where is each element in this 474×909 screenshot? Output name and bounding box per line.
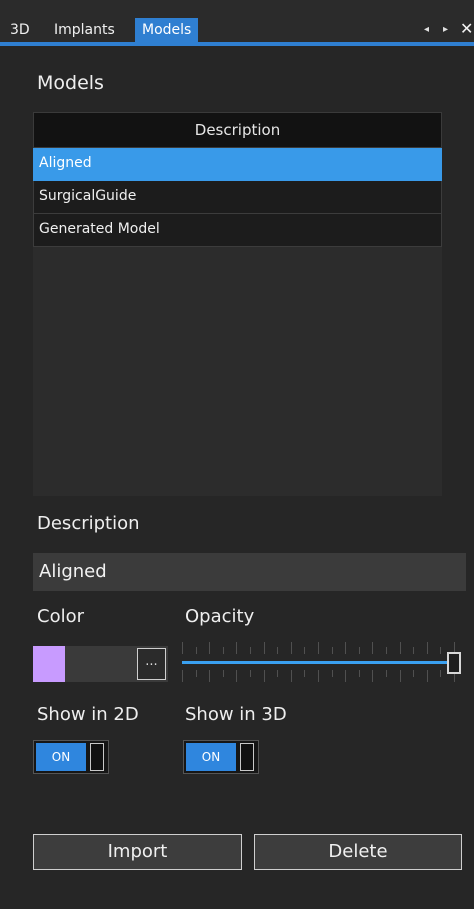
delete-button[interactable]: Delete xyxy=(254,834,462,870)
tab-scroll-left-icon[interactable]: ◂ xyxy=(424,22,429,38)
slider-tick xyxy=(345,642,346,654)
toggle-knob[interactable] xyxy=(240,743,254,771)
slider-tick xyxy=(196,670,197,677)
slider-tick xyxy=(440,670,441,677)
slider-tick xyxy=(264,642,265,654)
opacity-label: Opacity xyxy=(185,606,255,627)
slider-tick xyxy=(223,647,224,654)
slider-tick xyxy=(304,647,305,654)
slider-tick xyxy=(332,647,333,654)
show-2d-label: Show in 2D xyxy=(37,704,139,725)
tab-3d[interactable]: 3D xyxy=(3,18,37,42)
color-label: Color xyxy=(37,606,84,627)
slider-tick xyxy=(250,670,251,677)
color-swatch[interactable] xyxy=(33,646,65,682)
list-item[interactable]: Generated Model xyxy=(33,214,442,247)
slider-tick xyxy=(359,670,360,677)
color-picker[interactable]: ... xyxy=(33,646,168,682)
tab-scroll-right-icon[interactable]: ▸ xyxy=(443,22,448,38)
toggle-on-label: ON xyxy=(36,743,86,771)
slider-tick xyxy=(291,670,292,682)
show-3d-toggle[interactable]: ON xyxy=(183,740,259,774)
slider-tick xyxy=(427,670,428,682)
slider-track[interactable] xyxy=(182,661,454,664)
slider-tick xyxy=(264,670,265,682)
slider-tick xyxy=(182,670,183,682)
list-item[interactable]: SurgicalGuide xyxy=(33,181,442,214)
slider-tick xyxy=(332,670,333,677)
slider-tick xyxy=(372,642,373,654)
slider-tick xyxy=(345,670,346,682)
slider-tick xyxy=(182,642,183,654)
opacity-slider[interactable] xyxy=(182,632,462,692)
slider-tick xyxy=(196,647,197,654)
slider-tick xyxy=(400,642,401,654)
slider-tick xyxy=(386,670,387,677)
close-icon[interactable]: ✕ xyxy=(460,20,473,38)
show-3d-label: Show in 3D xyxy=(185,704,287,725)
slider-tick xyxy=(427,642,428,654)
description-field[interactable] xyxy=(33,553,466,591)
models-list[interactable]: Description Aligned SurgicalGuide Genera… xyxy=(33,112,442,496)
slider-tick xyxy=(277,647,278,654)
slider-thumb[interactable] xyxy=(447,652,461,674)
color-more-button[interactable]: ... xyxy=(137,648,166,680)
slider-tick xyxy=(223,670,224,677)
tab-implants[interactable]: Implants xyxy=(47,18,122,42)
toggle-on-label: ON xyxy=(186,743,236,771)
slider-tick xyxy=(372,670,373,682)
slider-tick xyxy=(236,642,237,654)
slider-tick xyxy=(413,670,414,677)
list-item[interactable]: Aligned xyxy=(33,148,442,181)
slider-tick xyxy=(386,647,387,654)
slider-tick xyxy=(291,642,292,654)
show-2d-toggle[interactable]: ON xyxy=(33,740,109,774)
slider-tick xyxy=(209,642,210,654)
list-header-description[interactable]: Description xyxy=(33,112,442,148)
slider-tick xyxy=(209,670,210,682)
panel-title: Models xyxy=(37,72,104,94)
toggle-knob[interactable] xyxy=(90,743,104,771)
slider-tick xyxy=(359,647,360,654)
slider-tick xyxy=(318,670,319,682)
slider-tick xyxy=(236,670,237,682)
slider-tick xyxy=(413,647,414,654)
slider-tick xyxy=(277,670,278,677)
slider-tick xyxy=(440,647,441,654)
tab-strip: 3D Implants Models ◂ ▸ ✕ xyxy=(0,0,474,46)
import-button[interactable]: Import xyxy=(33,834,242,870)
slider-tick xyxy=(318,642,319,654)
slider-tick xyxy=(400,670,401,682)
description-label: Description xyxy=(37,513,140,534)
slider-tick xyxy=(304,670,305,677)
slider-tick xyxy=(250,647,251,654)
tab-models[interactable]: Models xyxy=(135,18,199,42)
